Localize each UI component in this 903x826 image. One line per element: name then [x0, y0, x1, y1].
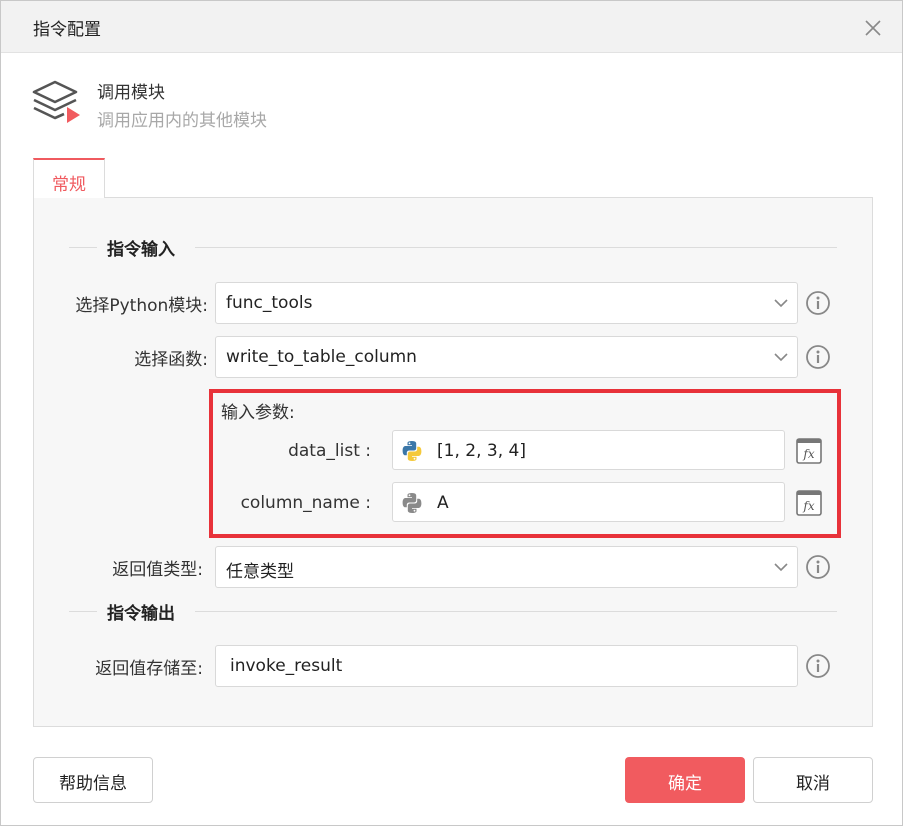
section-input-header: 指令输入 — [69, 235, 837, 260]
ok-button[interactable]: 确定 — [625, 757, 745, 803]
return-type-label: 返回值类型: — [112, 560, 203, 580]
column-name-value: A — [437, 493, 449, 513]
data-list-input[interactable]: [1, 2, 3, 4] — [392, 430, 785, 470]
close-icon[interactable] — [864, 19, 882, 37]
return-type-value: 任意类型 — [226, 562, 294, 582]
divider — [69, 247, 97, 248]
info-icon[interactable] — [805, 554, 831, 580]
tab-general[interactable]: 常规 — [33, 158, 105, 198]
info-icon[interactable] — [805, 290, 831, 316]
chevron-down-icon — [774, 563, 788, 572]
svg-text:fx: fx — [802, 447, 814, 461]
header-title: 调用模块 — [97, 83, 165, 103]
function-label: 选择函数: — [134, 350, 208, 370]
title-bar: 指令配置 — [1, 1, 902, 53]
divider — [195, 247, 837, 248]
column-name-label: column_name : — [240, 493, 371, 513]
svg-text:fx: fx — [802, 499, 814, 513]
return-type-select[interactable]: 任意类型 — [215, 546, 798, 588]
data-list-value: [1, 2, 3, 4] — [437, 441, 526, 461]
function-value: write_to_table_column — [226, 347, 417, 367]
layers-play-icon — [32, 80, 80, 123]
header-subtitle: 调用应用内的其他模块 — [97, 111, 267, 131]
module-value: func_tools — [226, 293, 313, 313]
help-button[interactable]: 帮助信息 — [33, 757, 153, 803]
python-icon — [402, 493, 422, 513]
divider — [195, 611, 837, 612]
divider — [69, 611, 97, 612]
fx-icon[interactable]: fx — [796, 438, 822, 464]
dialog-title: 指令配置 — [33, 20, 101, 40]
return-store-input[interactable]: invoke_result — [215, 645, 798, 687]
data-list-label: data_list : — [288, 441, 371, 461]
section-output-header: 指令输出 — [69, 599, 837, 624]
return-store-value: invoke_result — [230, 656, 343, 676]
info-icon[interactable] — [805, 344, 831, 370]
function-select[interactable]: write_to_table_column — [215, 336, 798, 378]
cancel-button[interactable]: 取消 — [753, 757, 873, 803]
module-select[interactable]: func_tools — [215, 282, 798, 324]
return-store-label: 返回值存储至: — [95, 659, 203, 679]
section-input-title: 指令输入 — [107, 240, 175, 260]
chevron-down-icon — [774, 353, 788, 362]
module-label: 选择Python模块: — [75, 296, 208, 316]
fx-icon[interactable]: fx — [796, 490, 822, 516]
params-title: 输入参数: — [221, 403, 295, 423]
chevron-down-icon — [774, 299, 788, 308]
python-icon — [402, 441, 422, 461]
info-icon[interactable] — [805, 653, 831, 679]
command-config-dialog: 指令配置 调用模块 调用应用内的其他模块 常规 指令输入 选择Python模块:… — [0, 0, 903, 826]
section-output-title: 指令输出 — [107, 604, 175, 624]
column-name-input[interactable]: A — [392, 482, 785, 522]
